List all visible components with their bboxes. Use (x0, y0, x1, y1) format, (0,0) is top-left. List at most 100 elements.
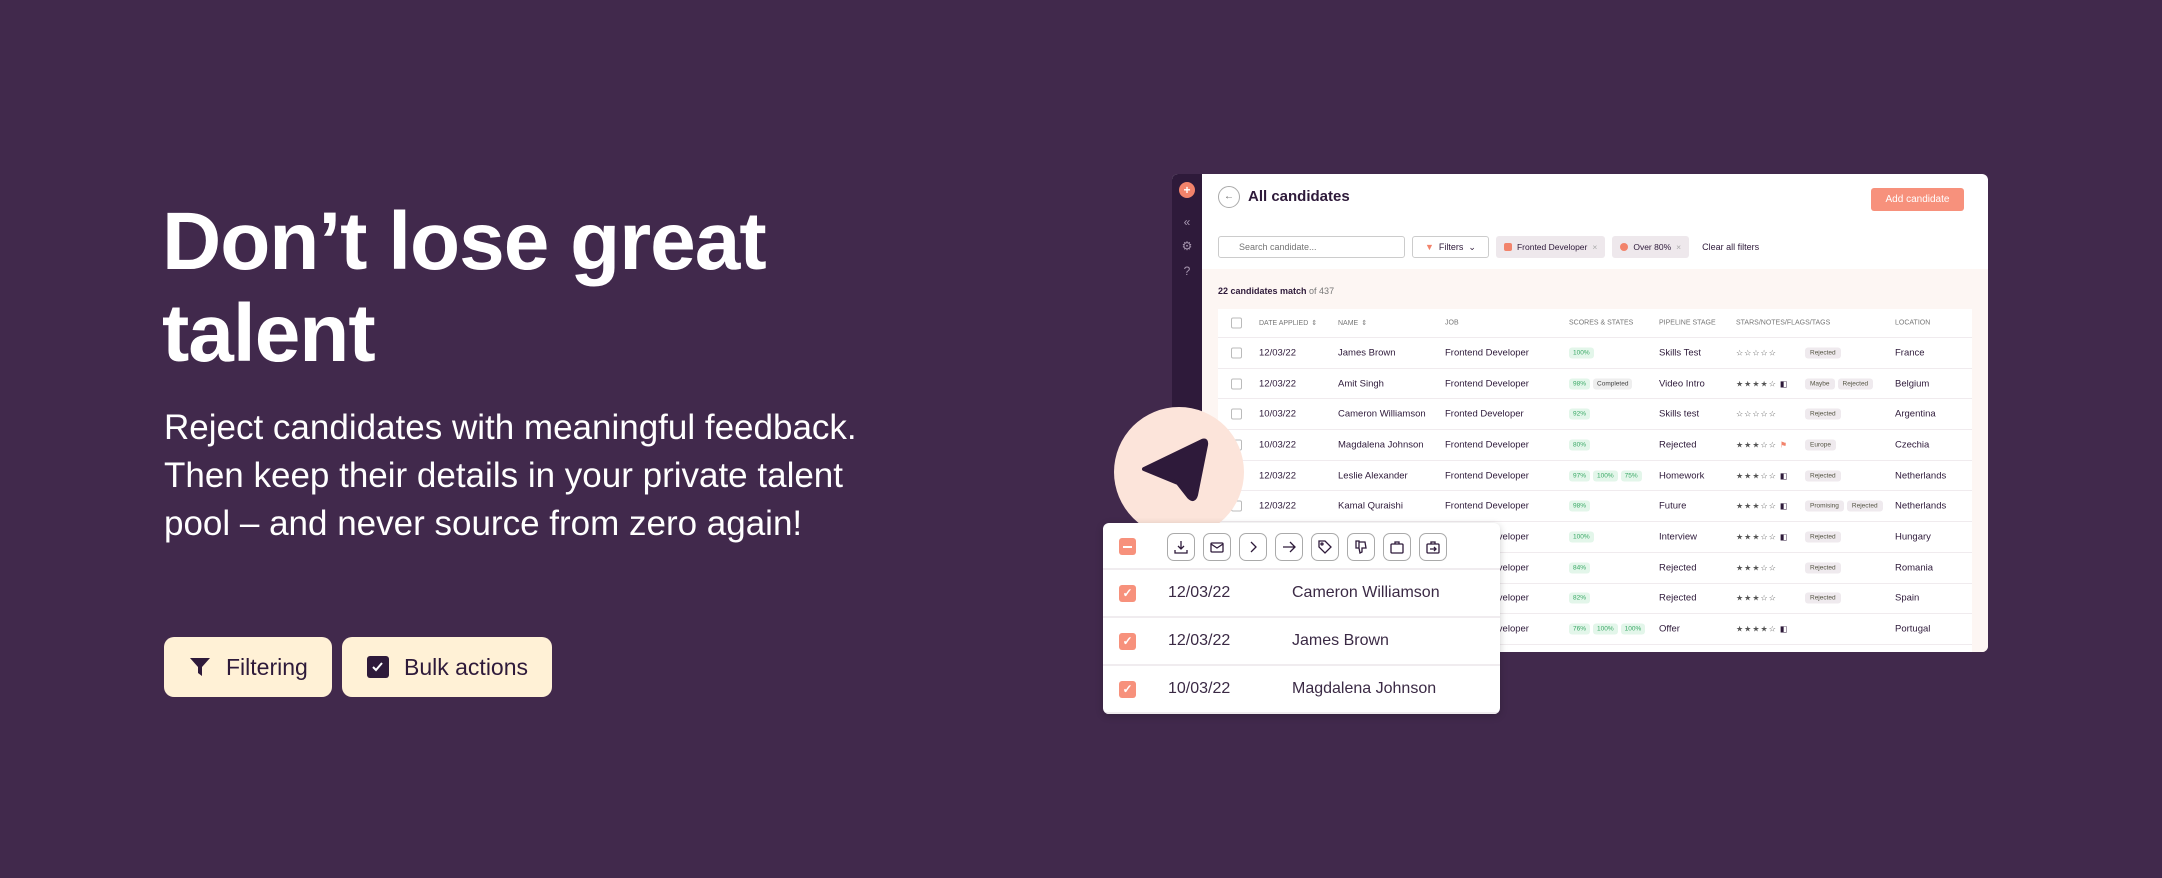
candidate-name[interactable]: Kamal Quraishi (1338, 501, 1403, 512)
briefcase-button[interactable] (1383, 533, 1411, 561)
table-row[interactable]: 10/03/22 Cameron Williamson Fronted Deve… (1218, 399, 1972, 431)
sort-icon[interactable]: ⇕ (1361, 319, 1367, 327)
star-rating[interactable]: ★★★☆☆ (1736, 471, 1777, 480)
star-rating[interactable]: ☆☆☆☆☆ (1736, 348, 1777, 357)
star-rating[interactable]: ★★★☆☆ (1736, 594, 1777, 603)
pipeline-stage: Skills Test (1659, 347, 1702, 359)
job: Fronted Developer (1445, 408, 1524, 420)
date-applied: 12/03/22 (1259, 470, 1296, 482)
bulk-actions-button[interactable]: Bulk actions (342, 637, 553, 697)
thumbs-down-icon (1355, 540, 1367, 554)
email-button[interactable] (1203, 533, 1231, 561)
filters-button[interactable]: ▼ Filters ⌄ (1412, 236, 1489, 258)
help-icon[interactable]: ? (1179, 263, 1195, 279)
score-badge: 100% (1593, 623, 1618, 635)
search-input[interactable] (1218, 236, 1405, 258)
candidate-name: Magdalena Johnson (1292, 680, 1437, 697)
bulk-actions-panel: ✓ 12/03/22 Cameron Williamson ✓ 12/03/22 Jame… (1103, 523, 1500, 714)
table-row[interactable]: 12/03/22 Kamal Quraishi Frontend Develop… (1218, 492, 1972, 523)
move-to-job-icon (1426, 541, 1440, 554)
page-title: All candidates (1248, 188, 1350, 205)
note-icon: ◧ (1779, 532, 1788, 542)
column-header: Pipeline stage (1659, 320, 1716, 327)
chevron-right-button[interactable] (1239, 533, 1267, 561)
add-candidate-button[interactable]: Add candidate (1871, 188, 1964, 211)
row-checkbox[interactable] (1231, 347, 1242, 359)
table-row[interactable]: 12/03/22 Leslie Alexander Frontend Devel… (1218, 461, 1972, 492)
candidate-name[interactable]: Cameron Williamson (1338, 409, 1426, 420)
star-rating[interactable]: ☆☆☆☆☆ (1736, 410, 1777, 419)
star-rating[interactable]: ★★★☆☆ (1736, 502, 1777, 511)
star-rating[interactable]: ★★★★☆ (1736, 625, 1777, 634)
column-header[interactable]: Name ⇕ (1338, 319, 1367, 328)
chevron-right-icon (1250, 541, 1257, 553)
note-icon: ◧ (1779, 379, 1788, 389)
download-button[interactable] (1167, 533, 1195, 561)
score-badge: 82% (1569, 592, 1591, 604)
table-row[interactable]: 10/03/22 Magdalena Johnson Frontend Deve… (1218, 430, 1972, 461)
score-badge: 100% (1593, 470, 1618, 482)
chip-label: Fronted Developer (1516, 242, 1588, 252)
arrow-right-button[interactable] (1275, 533, 1303, 561)
column-label: Name (1338, 319, 1359, 327)
deselect-all-checkbox[interactable] (1119, 538, 1136, 555)
job: Frontend Developer (1445, 500, 1529, 512)
column-header: Scores & states (1569, 320, 1633, 327)
collapse-icon[interactable]: « (1179, 214, 1195, 230)
star-rating[interactable]: ★★★☆☆ (1736, 533, 1777, 542)
add-icon[interactable]: + (1179, 182, 1195, 198)
candidate-name[interactable]: Magdalena Johnson (1338, 439, 1424, 450)
tag-badge: Promising (1805, 500, 1844, 512)
date-applied: 12/03/22 (1168, 632, 1231, 649)
star-rating[interactable]: ★★★☆☆ (1736, 440, 1777, 449)
row-checkbox[interactable] (1231, 378, 1242, 390)
filter-chip-job[interactable]: Fronted Developer × (1495, 236, 1606, 258)
table-row[interactable]: 12/03/22 Amit Singh Frontend Developer 9… (1218, 369, 1972, 400)
row-checkbox-checked[interactable]: ✓ (1119, 585, 1136, 602)
score-badge: 98% (1569, 378, 1591, 390)
row-checkbox-checked[interactable]: ✓ (1119, 681, 1136, 698)
score-badge: 100% (1569, 347, 1594, 359)
column-label: Scores & states (1569, 319, 1634, 327)
candidate-name[interactable]: James Brown (1338, 347, 1396, 358)
thumbs-down-button[interactable] (1347, 533, 1375, 561)
close-icon[interactable]: × (1592, 242, 1597, 252)
job: Frontend Developer (1445, 470, 1529, 482)
filter-chip-score[interactable]: Over 80% × (1612, 236, 1690, 258)
score-badge: 84% (1569, 562, 1591, 574)
score-badge: 92% (1569, 408, 1591, 420)
selected-row[interactable]: ✓ 12/03/22 Cameron Williamson (1103, 570, 1500, 618)
gear-icon[interactable]: ⚙ (1179, 238, 1195, 254)
location: Hungary (1895, 531, 1931, 543)
tag-badge: Rejected (1805, 347, 1841, 359)
close-icon[interactable]: × (1676, 242, 1681, 252)
back-button[interactable]: ← (1218, 186, 1240, 208)
sort-icon[interactable]: ⇕ (1311, 319, 1317, 327)
column-header: Job (1445, 320, 1459, 327)
select-all-checkbox[interactable] (1231, 317, 1242, 329)
selected-row[interactable]: ✓ 10/03/22 Magdalena Johnson (1103, 666, 1500, 714)
tag-badge: Rejected (1805, 531, 1841, 543)
move-to-job-button[interactable] (1419, 533, 1447, 561)
job: Frontend Developer (1445, 439, 1529, 451)
tag-icon (1318, 540, 1332, 554)
candidate-name[interactable]: Amit Singh (1338, 378, 1384, 389)
score-badge: 97% (1569, 470, 1591, 482)
checkbox-checked-icon (367, 656, 389, 678)
candidate-name[interactable]: Leslie Alexander (1338, 470, 1408, 481)
filtering-button[interactable]: Filtering (164, 637, 332, 697)
star-rating[interactable]: ★★★★☆ (1736, 379, 1777, 388)
bulk-actions-label: Bulk actions (404, 653, 529, 680)
column-header[interactable]: Date applied ⇕ (1259, 319, 1317, 328)
location: France (1895, 347, 1925, 359)
candidate-name: Cameron Williamson (1292, 584, 1440, 601)
date-applied: 12/03/22 (1259, 347, 1296, 359)
match-count-total: of 437 (1306, 286, 1335, 296)
selected-row[interactable]: ✓ 12/03/22 James Brown (1103, 618, 1500, 666)
row-checkbox-checked[interactable]: ✓ (1119, 633, 1136, 650)
pipeline-stage: Rejected (1659, 439, 1697, 451)
table-row[interactable]: 12/03/22 James Brown Frontend Developer … (1218, 338, 1972, 369)
clear-filters-link[interactable]: Clear all filters (1702, 242, 1759, 252)
tag-button[interactable] (1311, 533, 1339, 561)
star-rating[interactable]: ★★★☆☆ (1736, 563, 1777, 572)
